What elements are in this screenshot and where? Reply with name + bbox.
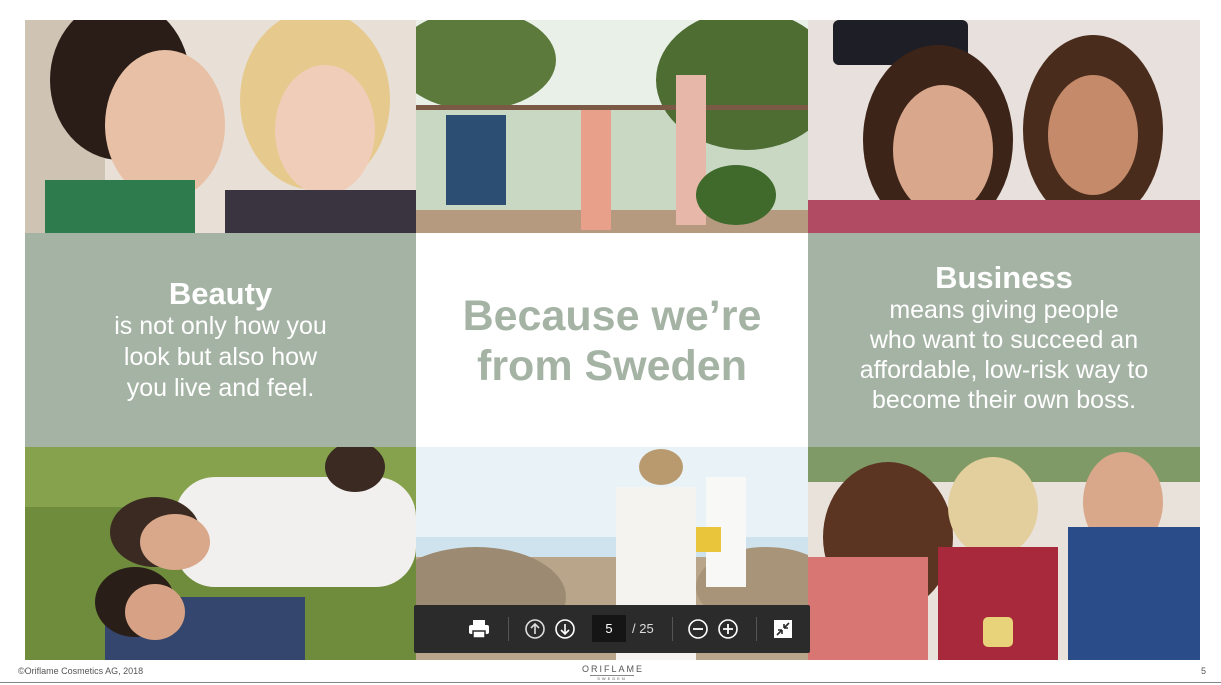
page-total-label: / 25 xyxy=(632,621,654,636)
bottom-divider xyxy=(0,682,1221,683)
logo-main-text: ORIFLAME xyxy=(582,664,645,674)
print-button[interactable] xyxy=(467,617,491,641)
viewer-toolbar: 5 / 25 xyxy=(414,605,810,653)
previous-page-button[interactable] xyxy=(523,617,547,641)
beauty-heading: Beauty xyxy=(168,276,273,311)
business-heading: Business xyxy=(935,260,1073,295)
center-panel: Because we’re from Sweden xyxy=(416,233,808,447)
slide: Beauty is not only how you look but also… xyxy=(0,0,1221,685)
business-text-line: who want to succeed an xyxy=(869,326,1139,354)
page-down-icon xyxy=(555,619,575,639)
fullscreen-exit-icon xyxy=(774,620,792,638)
beauty-text-line: look but also how xyxy=(123,343,318,371)
beauty-text-line: you live and feel. xyxy=(126,374,315,402)
business-panel: Business means giving people who want to… xyxy=(808,233,1200,447)
center-title-line: Because we’re xyxy=(462,292,762,340)
zoom-out-button[interactable] xyxy=(686,617,710,641)
toolbar-separator xyxy=(672,617,673,641)
print-icon xyxy=(469,620,489,639)
photo-family-grass xyxy=(25,447,416,660)
page-up-icon xyxy=(525,619,545,639)
beauty-panel: Beauty is not only how you look but also… xyxy=(25,233,416,447)
next-page-button[interactable] xyxy=(553,617,577,641)
photo-family-garden xyxy=(416,20,808,233)
business-text-line: become their own boss. xyxy=(871,386,1137,414)
photo-selfie-women xyxy=(808,20,1200,233)
photo-friends-cafe xyxy=(808,447,1200,660)
copyright-text: ©Oriflame Cosmetics AG, 2018 xyxy=(18,666,144,676)
toolbar-separator xyxy=(508,617,509,641)
photo-two-women-makeup xyxy=(25,20,416,233)
oriflame-logo: ORIFLAME SWEDEN xyxy=(582,664,642,682)
logo-sub-text: SWEDEN xyxy=(590,675,634,682)
center-title-line: from Sweden xyxy=(477,342,747,390)
zoom-in-button[interactable] xyxy=(716,617,740,641)
slide-page-number: 5 xyxy=(1201,666,1207,676)
zoom-in-icon xyxy=(718,619,738,639)
exit-fullscreen-button[interactable] xyxy=(771,617,795,641)
business-text-line: affordable, low-risk way to xyxy=(859,356,1149,384)
toolbar-separator xyxy=(756,617,757,641)
current-page-input[interactable]: 5 xyxy=(592,615,626,642)
zoom-out-icon xyxy=(688,619,708,639)
business-text-line: means giving people xyxy=(889,296,1119,324)
beauty-text-line: is not only how you xyxy=(114,312,327,340)
